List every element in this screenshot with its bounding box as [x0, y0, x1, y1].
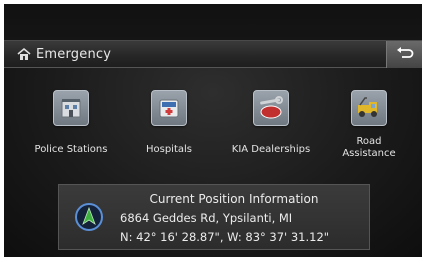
current-position-panel: Current Position Information 6864 Geddes… [58, 184, 370, 250]
category-label: Road Assistance [342, 136, 396, 159]
ambulance-icon [151, 90, 187, 126]
category-road-assistance[interactable]: Road Assistance [319, 90, 419, 180]
house-icon [16, 47, 32, 61]
header-bar: Emergency [4, 40, 422, 68]
category-kia-dealerships[interactable]: KIA Dealerships [221, 90, 321, 180]
position-title: Current Position Information [149, 192, 319, 206]
return-arrow-icon [396, 45, 414, 64]
position-coordinates: N: 42° 16' 28.87", W: 83° 37' 31.12" [120, 230, 330, 244]
navigation-screen: Emergency Police Stations Hospitals KIA … [4, 4, 422, 257]
police-station-icon [53, 90, 89, 126]
page-title: Emergency [36, 46, 112, 62]
kia-wrench-icon [253, 90, 289, 126]
category-police-stations[interactable]: Police Stations [21, 90, 121, 180]
tow-truck-icon [351, 90, 387, 126]
category-label: Hospitals [145, 144, 192, 155]
category-label: Police Stations [34, 144, 108, 155]
category-label: KIA Dealerships [231, 144, 311, 155]
category-hospitals[interactable]: Hospitals [119, 90, 219, 180]
back-button[interactable] [386, 41, 422, 68]
status-strip [4, 4, 422, 40]
position-address: 6864 Geddes Rd, Ypsilanti, MI [120, 211, 293, 225]
navigation-arrow-icon [74, 202, 104, 232]
